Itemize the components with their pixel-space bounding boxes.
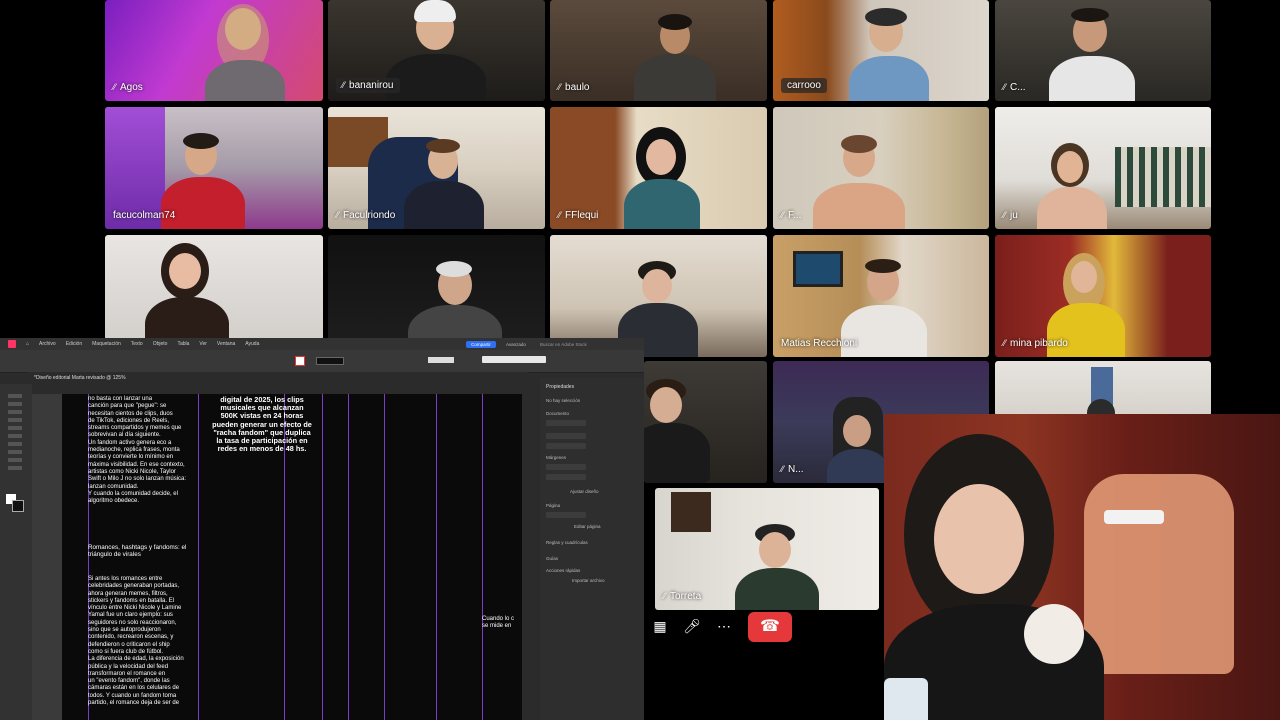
participant-tile[interactable]: ⁄⁄ Agos [105,0,323,101]
home-icon[interactable]: ⌂ [26,341,29,347]
participant-tile[interactable]: ⁄⁄ bananirou [328,0,545,101]
mic-muted-icon: ⁄⁄ [781,210,785,220]
participant-tile [995,361,1211,416]
participant-name: facucolman74 [113,210,176,221]
margin-bottom-field[interactable] [546,474,586,480]
mic-muted-icon: ⁄⁄ [558,82,562,92]
participant-tile [105,235,323,340]
page-section: Página [546,503,561,508]
side-note: Cuando lo c se mide en [482,616,515,630]
participant-name: ⁄⁄ mina pibardo [1003,338,1068,349]
properties-panel: Propiedades No hay selección Documento M… [540,378,644,720]
mic-icon[interactable]: 🎤︎ [680,614,704,638]
width-field[interactable] [546,433,586,439]
participant-name: ⁄⁄ baulo [558,82,590,93]
menu-edicion[interactable]: Edición [66,341,82,347]
end-call-icon: ☎ [760,618,780,635]
edit-page-button[interactable]: Editar página [574,524,601,529]
participant-tile[interactable]: ⁄⁄ baulo [550,0,767,101]
menu-ventana[interactable]: Ventana [217,341,235,347]
menu-ayuda[interactable]: Ayuda [245,341,259,347]
participant-tile[interactable]: ⁄⁄ Faculriondo [328,107,545,229]
streamer-webcam [884,414,1280,720]
participant-tile[interactable]: ⁄⁄ ju [995,107,1211,229]
end-call-button[interactable]: ☎ [748,612,792,642]
participant-tile[interactable]: ⁄⁄ FFlequi [550,107,767,229]
adjust-layout-button[interactable]: Ajustar diseño [570,489,599,494]
mic-muted-icon: ⁄⁄ [781,464,785,474]
participant-name: ⁄⁄ bananirou [336,78,400,93]
mic-muted-icon: ⁄⁄ [1003,210,1007,220]
menu-maquetacion[interactable]: Maquetación [92,341,121,347]
tools-panel[interactable] [0,384,32,720]
participant-name: ⁄⁄ Faculriondo [336,210,396,221]
participant-tile[interactable]: ⁄⁄ Torreta [655,488,879,610]
body-column-2: Si antes los romances entre celebridades… [88,576,184,707]
participant-tile[interactable]: ⁄⁄ mina pibardo [995,235,1211,357]
guides-section: Guías [546,556,559,561]
properties-title: Propiedades [546,384,575,390]
menu-ver[interactable]: Ver [199,341,207,347]
document-tab[interactable]: *Diseño editorial Marta revisado @ 125% [34,375,126,381]
participant-tile[interactable]: carrooo [773,0,989,101]
mic-muted-icon: ⁄⁄ [558,210,562,220]
height-field[interactable] [546,443,586,449]
no-selection-label: No hay selección [546,398,581,403]
panel-icons[interactable] [526,384,540,720]
quick-actions-section: Acciones rápidas [546,568,581,573]
grid-icon[interactable]: ▦ [648,614,672,638]
mic-muted-icon: ⁄⁄ [113,82,117,92]
page-select[interactable] [546,512,586,518]
margins-section: Márgenes [546,455,567,460]
body-column-1: no basta con lanzar una canción para que… [88,396,187,505]
document-canvas[interactable]: no basta con lanzar una canción para que… [32,394,522,720]
participant-name: ⁄⁄ F... [781,210,802,221]
participant-tile [328,235,545,340]
headline-text: digital de 2025, los clips musicales que… [212,395,312,454]
menu-texto[interactable]: Texto [131,341,143,347]
stock-search[interactable]: Buscar en Adobe Stock [540,342,587,347]
mic-muted-icon: ⁄⁄ [342,80,346,90]
margin-top-field[interactable] [546,464,586,470]
participant-name: carrooo [781,78,827,93]
document-page: no basta con lanzar una canción para que… [62,394,522,720]
mic-muted-icon: ⁄⁄ [336,210,340,220]
more-icon[interactable]: ⋯ [712,614,736,638]
participant-tile[interactable]: Matias Recchioni [773,235,989,357]
document-tab-bar: *Diseño editorial Marta revisado @ 125% [28,372,528,384]
control-toolbar[interactable] [0,350,644,373]
participant-name: ⁄⁄ N... [781,464,804,475]
participant-name: ⁄⁄ C... [1003,82,1026,93]
mic-muted-icon: ⁄⁄ [1003,82,1007,92]
participant-name: ⁄⁄ ju [1003,210,1018,221]
workspace-select[interactable]: Avanzado [506,342,526,347]
document-section: Documento [546,411,570,416]
rulers-section: Reglas y cuadrículas [546,540,588,545]
app-logo-icon [8,340,16,348]
menu-tabla[interactable]: Tabla [177,341,189,347]
participant-name: ⁄⁄ FFlequi [558,210,599,221]
participant-name: Matias Recchioni [781,338,858,349]
participant-name: ⁄⁄ Agos [113,82,143,93]
participant-tile[interactable]: ⁄⁄ C... [995,0,1211,101]
menu-objeto[interactable]: Objeto [153,341,168,347]
participant-tile [644,361,767,483]
preset-select[interactable] [546,420,586,426]
participant-tile[interactable]: ⁄⁄ F... [773,107,989,229]
mic-muted-icon: ⁄⁄ [1003,338,1007,348]
participant-tile[interactable]: facucolman74 [105,107,323,229]
menu-archivo[interactable]: Archivo [39,341,56,347]
subheading: Romances, hashtags y fandoms: el triángu… [88,544,187,559]
editor-window: ⌂ Archivo Edición Maquetación Texto Obje… [0,338,644,720]
mic-muted-icon: ⁄⁄ [663,591,667,601]
import-file-button[interactable]: Importar archivo [572,578,605,583]
participant-name: ⁄⁄ Torreta [663,591,702,602]
share-button[interactable]: Compartir [466,341,496,348]
